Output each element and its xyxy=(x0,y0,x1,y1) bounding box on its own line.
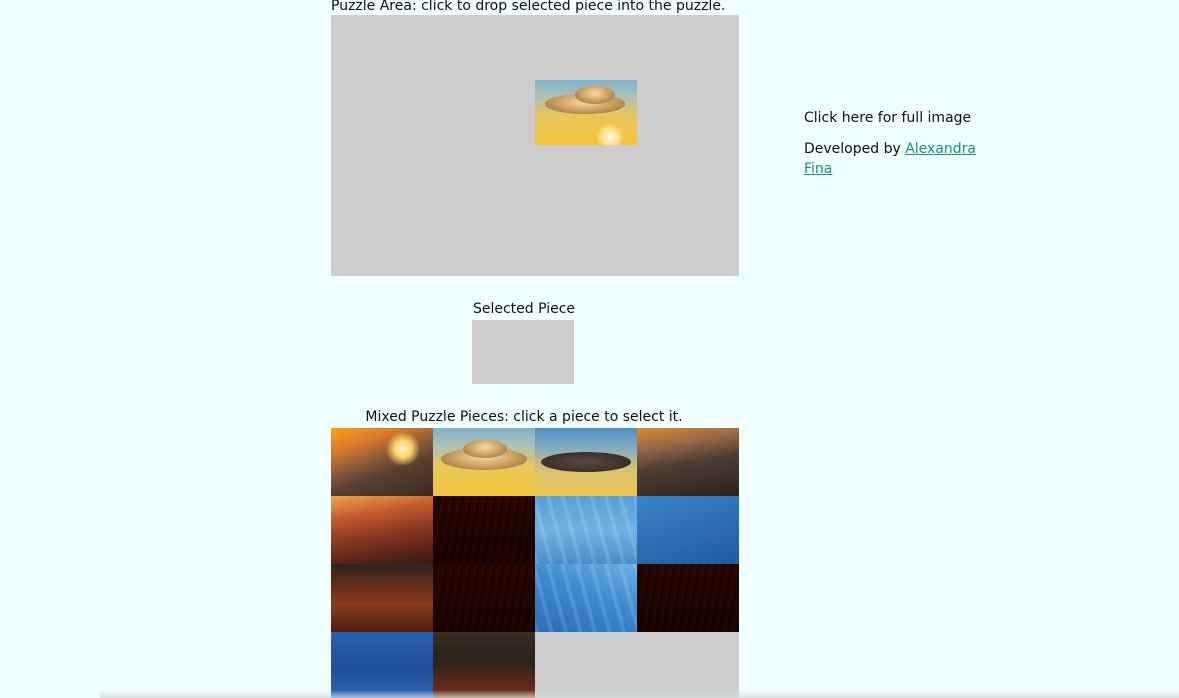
puzzle-piece[interactable] xyxy=(535,428,637,496)
puzzle-piece[interactable] xyxy=(433,496,535,564)
puzzle-area-label: Puzzle Area: click to drop selected piec… xyxy=(331,0,726,14)
mixed-pieces-grid xyxy=(331,428,739,698)
puzzle-piece[interactable] xyxy=(535,564,637,632)
selected-piece-slot xyxy=(472,320,574,384)
puzzle-piece[interactable] xyxy=(331,632,433,698)
puzzle-piece[interactable] xyxy=(331,428,433,496)
selected-piece-label: Selected Piece xyxy=(472,301,576,317)
empty-piece-slot xyxy=(637,632,739,698)
full-image-link[interactable]: Click here for full image xyxy=(804,108,994,128)
puzzle-piece[interactable] xyxy=(637,564,739,632)
empty-piece-slot xyxy=(535,632,637,698)
bottom-shadow-bar xyxy=(100,690,1179,698)
puzzle-piece[interactable] xyxy=(331,496,433,564)
puzzle-piece[interactable] xyxy=(433,632,535,698)
puzzle-piece[interactable] xyxy=(433,564,535,632)
developed-by-text: Developed by xyxy=(804,141,901,157)
mixed-pieces-label: Mixed Puzzle Pieces: click a piece to se… xyxy=(365,409,683,425)
puzzle-piece[interactable] xyxy=(637,496,739,564)
placed-piece-cloud-sun[interactable] xyxy=(535,80,637,145)
puzzle-piece[interactable] xyxy=(535,496,637,564)
puzzle-piece[interactable] xyxy=(331,564,433,632)
puzzle-piece[interactable] xyxy=(433,428,535,496)
side-panel: Click here for full image Developed by A… xyxy=(804,108,994,179)
puzzle-area[interactable] xyxy=(331,15,739,276)
puzzle-piece[interactable] xyxy=(637,428,739,496)
